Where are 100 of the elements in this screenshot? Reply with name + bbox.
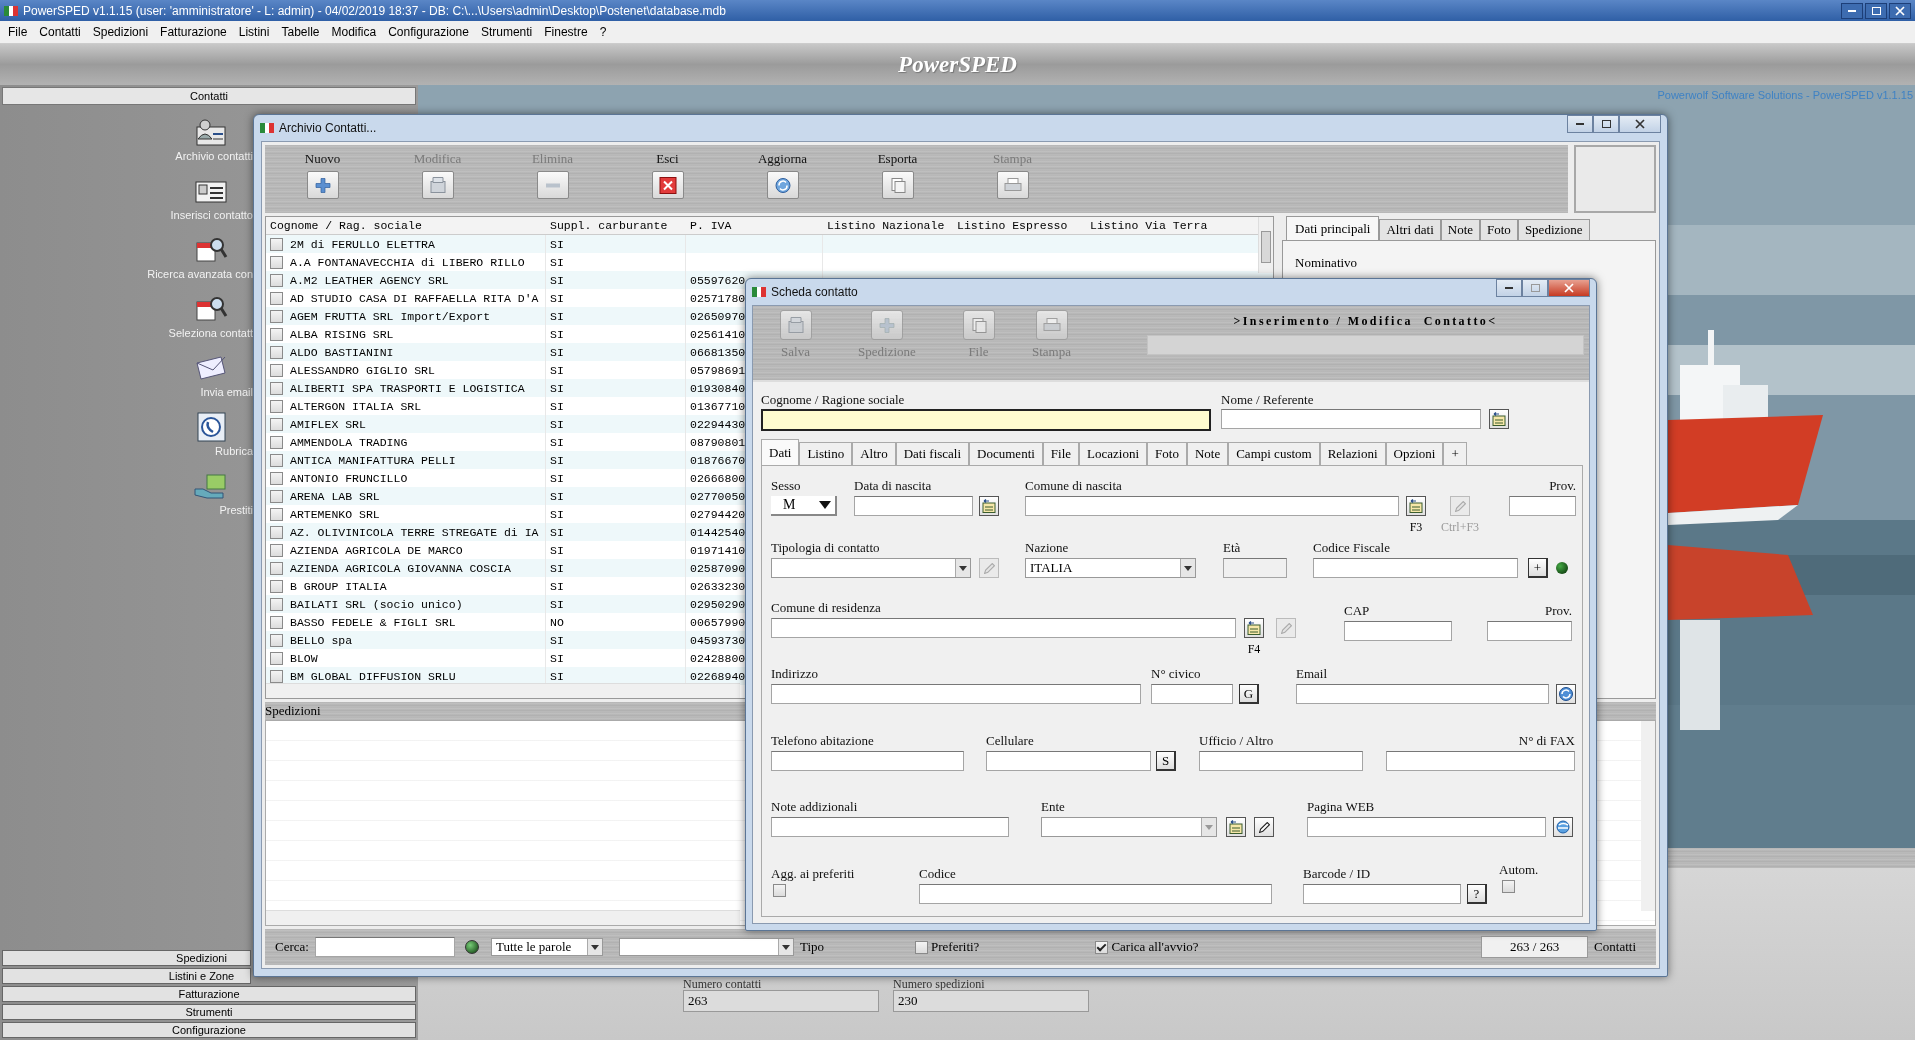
lookup-button[interactable] [1244,618,1264,638]
tab[interactable]: Campi custom [1228,442,1320,465]
sidebar-section[interactable]: Configurazione [2,1022,416,1038]
row-checkbox[interactable] [270,417,283,431]
code-field[interactable] [919,884,1272,904]
filter-dropdown[interactable] [618,938,794,956]
row-checkbox[interactable] [270,471,283,485]
menu-item[interactable]: Strumenti [474,25,539,39]
email-field[interactable] [1296,684,1549,704]
fax-field[interactable] [1386,751,1575,771]
match-mode-dropdown[interactable]: Tutte le parole [490,938,603,956]
residence-town-field[interactable] [771,618,1236,638]
row-checkbox[interactable] [270,651,283,665]
tab[interactable]: Altri dati [1379,219,1441,240]
maximize-button[interactable] [1593,115,1619,133]
row-checkbox[interactable] [270,579,283,593]
row-checkbox[interactable] [270,435,283,449]
toolbar-button[interactable]: Nuovo [265,145,380,213]
barcode-field[interactable] [1303,884,1461,904]
column-header[interactable]: Suppl. carburante [546,219,686,232]
column-header[interactable]: Listino Nazionale [823,219,953,232]
tab[interactable]: Opzioni [1385,442,1444,465]
lookup-button[interactable] [1489,409,1509,429]
help-button[interactable]: ? [1467,884,1487,904]
close-button[interactable] [1889,2,1911,19]
maximize-button[interactable] [1865,2,1887,19]
sidebar-section[interactable]: Listini e Zone [2,968,251,984]
row-checkbox[interactable] [270,291,283,305]
close-button[interactable] [1619,115,1661,133]
tab[interactable]: Locazioni [1079,442,1148,465]
row-checkbox[interactable] [270,237,283,251]
contact-type-dropdown[interactable] [771,558,971,578]
column-header[interactable]: Listino Espresso [953,219,1086,232]
column-header[interactable]: Listino Via Terra [1086,219,1236,232]
row-checkbox[interactable] [270,255,283,269]
sidebar-section[interactable]: Fatturazione [2,986,416,1002]
sidebar-section[interactable]: Spedizioni [2,950,251,966]
province-field[interactable] [1509,496,1577,516]
mobile-field[interactable] [986,751,1151,771]
tab[interactable]: Note [1440,219,1481,240]
minimize-button[interactable] [1841,2,1863,19]
office-phone-field[interactable] [1199,751,1363,771]
menu-item[interactable]: Modifica [325,25,383,39]
menu-item[interactable]: Configurazione [382,25,475,39]
minimize-button[interactable] [1496,279,1522,297]
row-checkbox[interactable] [270,273,283,287]
country-dropdown[interactable]: ITALIA [1025,558,1196,578]
menu-item[interactable]: Contatti [33,25,87,39]
favorites-checkbox[interactable]: Preferiti? [915,939,980,955]
browser-button[interactable] [1553,817,1573,837]
birth-date-field[interactable] [854,496,973,516]
row-checkbox[interactable] [270,399,283,413]
favorite-checkbox[interactable] [773,884,786,897]
row-checkbox[interactable] [270,381,283,395]
tab[interactable]: Note [1186,442,1229,465]
search-field[interactable] [314,937,455,957]
notes-field[interactable] [771,817,1009,837]
lookup-button[interactable] [979,496,999,516]
autoload-checkbox[interactable]: Carica all'avvio? [1095,939,1199,955]
menu-item[interactable]: Listini [232,25,276,39]
add-button[interactable]: + [1528,558,1548,578]
row-checkbox[interactable] [270,615,283,629]
menu-item[interactable]: Tabelle [275,25,326,39]
entity-dropdown[interactable] [1041,817,1217,837]
row-checkbox[interactable] [270,327,283,341]
row-checkbox[interactable] [270,507,283,521]
home-phone-field[interactable] [771,751,964,771]
column-header[interactable]: P. IVA [686,219,823,232]
tab[interactable]: + [1443,442,1467,465]
lookup-button[interactable] [1226,817,1246,837]
edit-button[interactable] [1254,817,1274,837]
company-name-field[interactable] [761,409,1211,431]
web-page-field[interactable] [1307,817,1546,837]
tab[interactable]: Altro [852,442,896,465]
postcode-field[interactable] [1344,621,1452,641]
tab[interactable]: Documenti [969,442,1043,465]
tab[interactable]: Relazioni [1319,442,1386,465]
minimize-button[interactable] [1567,115,1593,133]
row-checkbox[interactable] [270,669,283,683]
age-field[interactable] [1223,558,1287,578]
toolbar-button[interactable]: Esporta [840,145,955,213]
auto-checkbox[interactable] [1502,880,1515,893]
column-header[interactable]: Cognome / Rag. sociale [266,219,546,232]
sex-dropdown[interactable]: M [771,496,837,516]
tab[interactable]: Dati principali [1286,216,1380,240]
referent-field[interactable] [1221,409,1481,429]
row-checkbox[interactable] [270,453,283,467]
row-checkbox[interactable] [270,597,283,611]
sms-button[interactable]: S [1156,751,1176,771]
vertical-scrollbar[interactable] [1641,721,1655,911]
street-number-field[interactable] [1151,684,1233,704]
row-checkbox[interactable] [270,363,283,377]
row-checkbox[interactable] [270,309,283,323]
birth-town-field[interactable] [1025,496,1399,516]
geocode-button[interactable]: G [1239,684,1259,704]
row-checkbox[interactable] [270,345,283,359]
row-checkbox[interactable] [270,489,283,503]
row-checkbox[interactable] [270,633,283,647]
tab[interactable]: Foto [1147,442,1187,465]
refresh-button[interactable] [1556,684,1576,704]
